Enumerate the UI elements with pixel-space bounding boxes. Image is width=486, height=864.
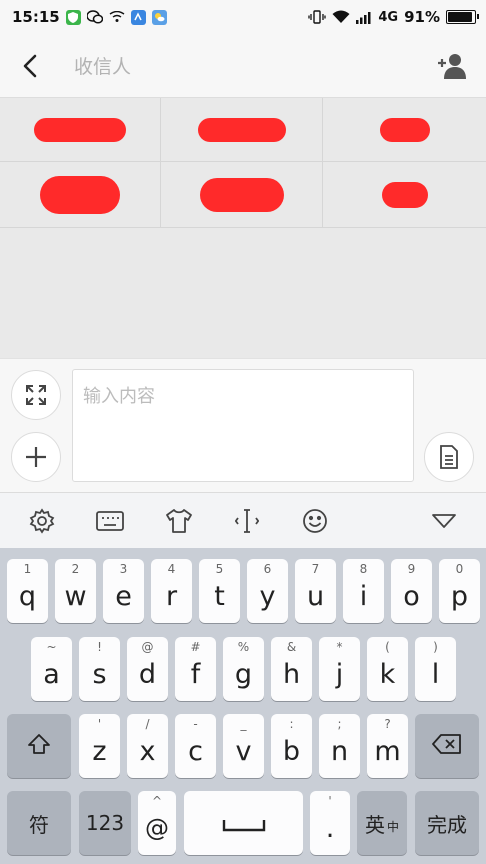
recipient-cell[interactable] [161, 162, 323, 228]
key-j[interactable]: * j [319, 637, 360, 701]
shift-key[interactable] [7, 714, 71, 778]
network-type: 4G [378, 9, 399, 25]
key-s[interactable]: ! s [79, 637, 120, 701]
redacted-mark [197, 117, 286, 142]
shield-icon [65, 9, 81, 25]
wifi-icon [332, 10, 350, 24]
redacted-mark [40, 175, 120, 214]
recipient-cell[interactable] [161, 98, 323, 162]
key-q[interactable]: 1q [7, 559, 48, 623]
key-at[interactable]: ^ @ [138, 791, 176, 855]
header: 收信人 [0, 34, 486, 98]
recipient-cell[interactable] [323, 162, 486, 228]
wechat-icon [86, 10, 103, 24]
battery-icon [446, 10, 479, 24]
numbers-key[interactable]: 123 [79, 791, 131, 855]
expand-icon[interactable] [11, 370, 61, 420]
status-left: 15:15 [12, 8, 167, 26]
key-a[interactable]: ~ a [31, 637, 72, 701]
key-k[interactable]: (k [367, 637, 408, 701]
key-c[interactable]: -c [175, 714, 216, 778]
key-t[interactable]: 5t [199, 559, 240, 623]
key-b[interactable]: :b [271, 714, 312, 778]
key-f[interactable]: # f [175, 637, 216, 701]
redacted-mark [199, 177, 284, 212]
key-o[interactable]: 9o [391, 559, 432, 623]
key-x[interactable]: / x [127, 714, 168, 778]
empty-area [0, 228, 486, 358]
weather-icon [151, 9, 167, 25]
key-h[interactable]: & h [271, 637, 312, 701]
key-m[interactable]: ? m [367, 714, 408, 778]
key-u[interactable]: 7u [295, 559, 336, 623]
wifi-signal-icon [109, 11, 125, 23]
space-icon [222, 808, 266, 839]
delete-key[interactable] [415, 714, 479, 778]
page-title: 收信人 [74, 56, 132, 78]
recipient-cell[interactable] [323, 98, 486, 162]
redacted-mark [379, 117, 430, 142]
language-key[interactable]: 英中 [357, 791, 407, 855]
app-icon [130, 9, 146, 25]
key-v[interactable]: _ v [223, 714, 264, 778]
status-right: 4G 91% [308, 8, 479, 26]
redacted-mark [381, 181, 428, 208]
done-key[interactable]: 完成 [415, 791, 479, 855]
emoji-icon[interactable] [295, 501, 335, 541]
back-arrow-icon[interactable] [14, 49, 48, 83]
signal-icon [356, 11, 372, 24]
status-bar: 15:15 4G 91% [0, 0, 486, 34]
vibrate-icon [308, 10, 327, 24]
keyboard-icon[interactable] [90, 501, 130, 541]
key-n[interactable]: ; n [319, 714, 360, 778]
settings-icon[interactable] [22, 501, 62, 541]
message-input[interactable]: 输入内容 [72, 369, 414, 482]
keyboard: 1q 2w 3e 4r 5t 6y 7u 8i 9o 0p ~ a ! s @ d #… [0, 548, 486, 864]
add-contact-icon[interactable] [432, 46, 472, 86]
backspace-icon [432, 733, 462, 760]
key-g[interactable]: % g [223, 637, 264, 701]
key-r[interactable]: 4r [151, 559, 192, 623]
key-z[interactable]: ' z [79, 714, 120, 778]
document-icon[interactable] [424, 432, 474, 482]
clock: 15:15 [12, 8, 60, 26]
composer: 输入内容 [0, 358, 486, 492]
redacted-mark [34, 117, 126, 142]
key-w[interactable]: 2w [55, 559, 96, 623]
message-placeholder: 输入内容 [83, 386, 155, 407]
battery-level [448, 12, 472, 22]
key-p[interactable]: 0p [439, 559, 480, 623]
plus-icon[interactable] [11, 432, 61, 482]
space-key[interactable] [184, 791, 303, 855]
skin-icon[interactable] [159, 501, 199, 541]
symbol-key[interactable]: 符 [7, 791, 71, 855]
keyboard-toolbar [0, 492, 486, 548]
battery-percent: 91% [404, 8, 440, 26]
key-d[interactable]: @ d [127, 637, 168, 701]
key-period[interactable]: '. [310, 791, 350, 855]
cursor-icon[interactable] [227, 501, 267, 541]
collapse-icon[interactable] [424, 501, 464, 541]
shift-icon [27, 732, 51, 761]
recipients-grid [0, 98, 486, 228]
key-l[interactable]: ) l [415, 637, 456, 701]
key-i[interactable]: 8i [343, 559, 384, 623]
key-y[interactable]: 6y [247, 559, 288, 623]
key-e[interactable]: 3e [103, 559, 144, 623]
recipient-cell[interactable] [0, 98, 161, 162]
recipient-cell[interactable] [0, 162, 161, 228]
